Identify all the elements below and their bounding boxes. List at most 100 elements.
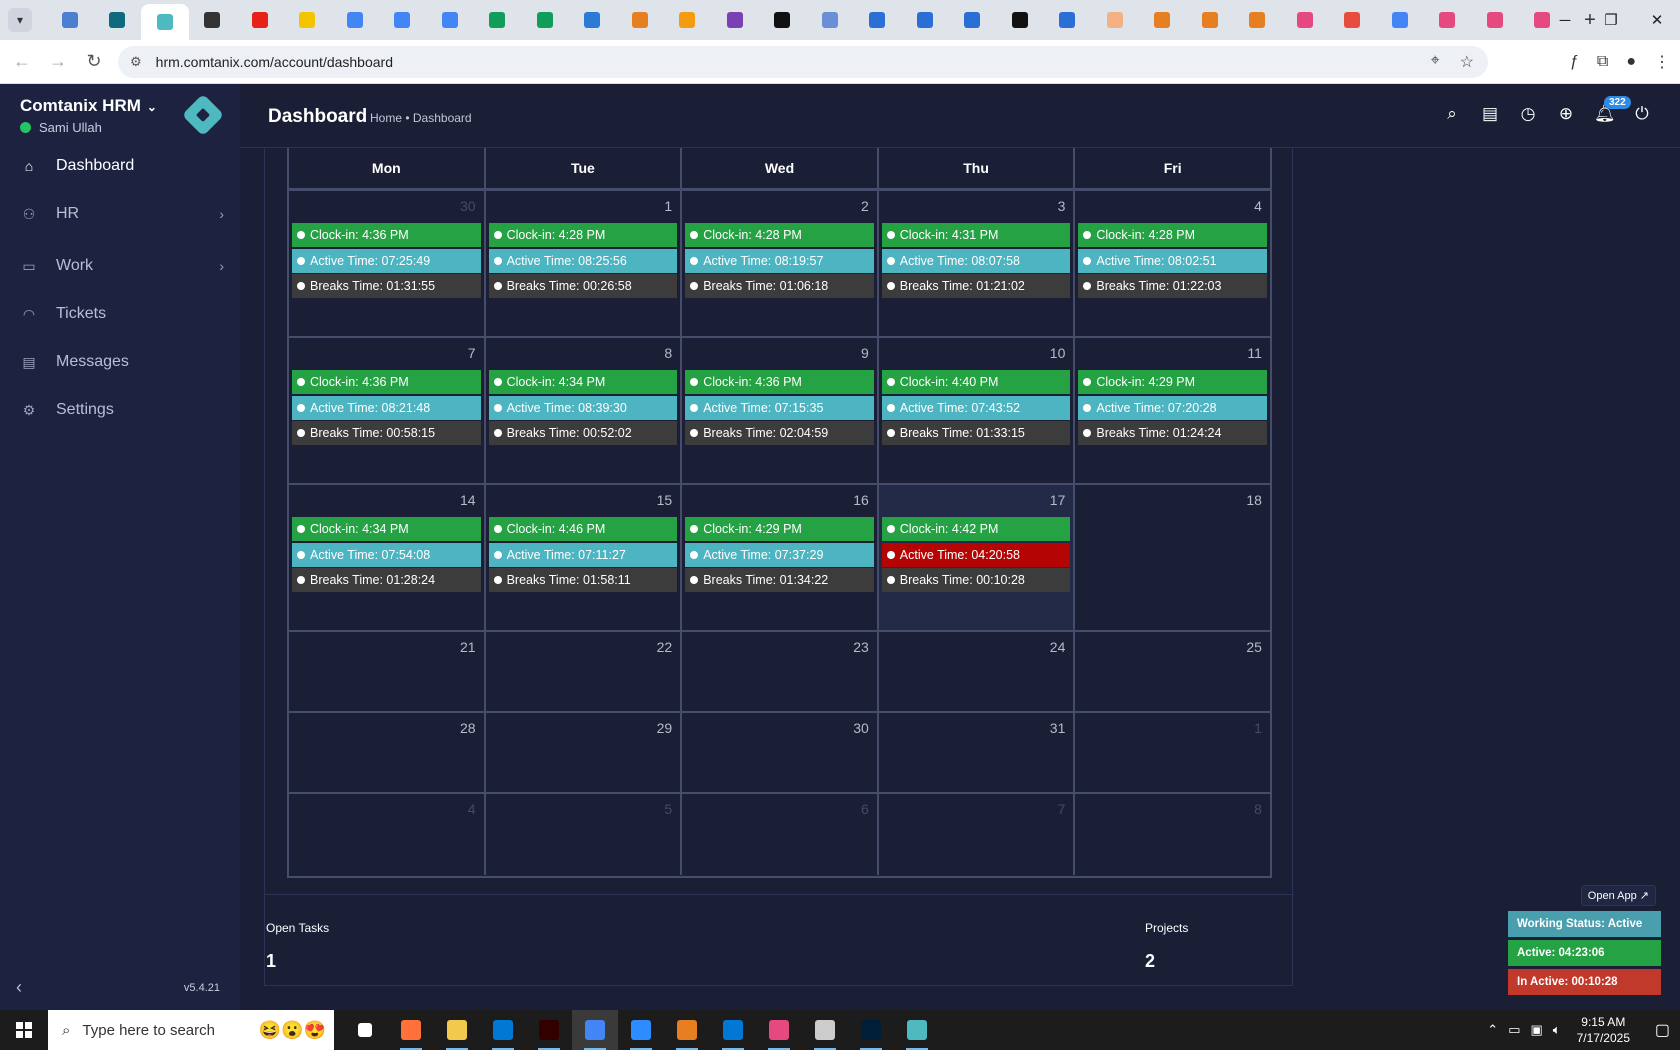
bookmark-star-icon[interactable]: ☆ (1460, 52, 1474, 72)
sidebar-item-work[interactable]: ▭ Work › (0, 242, 240, 290)
taskbar-app[interactable] (618, 1010, 664, 1050)
breaks-time-event[interactable]: Breaks Time: 02:04:59 (685, 421, 874, 445)
sidebar-item-messages[interactable]: ▤ Messages (0, 338, 240, 386)
calendar-day[interactable]: 15 Clock-in: 4:46 PM Active Time: 07:11:27… (486, 485, 683, 630)
calendar-day[interactable]: 22 (486, 632, 683, 711)
calendar-day[interactable]: 18 (1075, 485, 1270, 630)
browser-tab[interactable] (1281, 3, 1329, 37)
clock-in-event[interactable]: Clock-in: 4:28 PM (1078, 223, 1267, 247)
taskbar-app[interactable] (572, 1010, 618, 1050)
notification-center-icon[interactable]: ▢ (1655, 1020, 1670, 1040)
breaks-time-event[interactable]: Breaks Time: 01:24:24 (1078, 421, 1267, 445)
calendar-day[interactable]: 3 Clock-in: 4:31 PM Active Time: 08:07:58 B… (879, 191, 1076, 336)
browser-tab[interactable] (1186, 3, 1234, 37)
calendar-day[interactable]: 4 Clock-in: 4:28 PM Active Time: 08:02:51 B… (1075, 191, 1270, 336)
taskbar-app[interactable] (388, 1010, 434, 1050)
open-tasks-value[interactable]: 1 (266, 951, 276, 972)
taskbar-app[interactable] (894, 1010, 940, 1050)
location-icon[interactable]: ⌖ (1431, 52, 1440, 72)
calendar-day[interactable]: 11 Clock-in: 4:29 PM Active Time: 07:20:28… (1075, 338, 1270, 483)
breaks-time-event[interactable]: Breaks Time: 01:31:55 (292, 274, 481, 298)
browser-tab[interactable] (1376, 3, 1424, 37)
address-bar[interactable]: ⚙ hrm.comtanix.com/account/dashboard ⌖ ☆ (118, 46, 1488, 78)
sidebar-item-settings[interactable]: ⚙ Settings (0, 386, 240, 434)
calendar-day[interactable]: 10 Clock-in: 4:40 PM Active Time: 07:43:52… (879, 338, 1076, 483)
clock-in-event[interactable]: Clock-in: 4:29 PM (685, 517, 874, 541)
breaks-time-event[interactable]: Breaks Time: 00:52:02 (488, 421, 678, 445)
browser-tab[interactable] (806, 3, 854, 37)
browser-tab[interactable] (854, 3, 902, 37)
calendar-day[interactable]: 23 (682, 632, 879, 711)
breaks-time-event[interactable]: Breaks Time: 00:26:58 (488, 274, 678, 298)
taskbar-app[interactable] (848, 1010, 894, 1050)
brand-switcher[interactable]: Comtanix HRM ⌄ (20, 96, 157, 116)
calendar-day[interactable]: 25 (1075, 632, 1270, 711)
clock-in-event[interactable]: Clock-in: 4:36 PM (685, 370, 874, 394)
close-icon[interactable]: ✕ (1634, 0, 1680, 40)
search-icon[interactable]: ⌕ (1442, 104, 1462, 124)
clock-in-event[interactable]: Clock-in: 4:42 PM (881, 517, 1071, 541)
browser-tab[interactable] (284, 3, 332, 37)
active-time-event[interactable]: Active Time: 08:25:56 (488, 248, 678, 273)
active-time-event[interactable]: Active Time: 08:21:48 (292, 395, 481, 420)
calendar-day[interactable]: 4 (289, 794, 486, 875)
browser-tab[interactable] (189, 3, 237, 37)
calendar-day[interactable]: 1 (1075, 713, 1270, 792)
calendar-day[interactable]: 5 (486, 794, 683, 875)
browser-tab[interactable] (1139, 3, 1187, 37)
browser-tab[interactable] (616, 3, 664, 37)
app-logo[interactable] (181, 93, 225, 137)
active-time-event[interactable]: Active Time: 04:20:58 (881, 542, 1071, 567)
display-icon[interactable]: ▣ (1531, 1022, 1543, 1038)
clock-in-event[interactable]: Clock-in: 4:28 PM (685, 223, 874, 247)
calendar-day[interactable]: 8 Clock-in: 4:34 PM Active Time: 08:39:30 B… (486, 338, 683, 483)
clock-icon[interactable]: ◷ (1518, 104, 1538, 124)
minimize-icon[interactable]: ─ (1542, 0, 1588, 40)
active-time-event[interactable]: Active Time: 07:11:27 (488, 542, 678, 567)
breaks-time-event[interactable]: Breaks Time: 01:28:24 (292, 568, 481, 592)
taskbar-app[interactable] (434, 1010, 480, 1050)
collapse-sidebar-icon[interactable]: ‹ (16, 977, 22, 998)
browser-tab[interactable] (474, 3, 522, 37)
browser-tab[interactable] (1424, 3, 1472, 37)
calendar-day[interactable]: 24 (879, 632, 1076, 711)
volume-icon[interactable]: 🔈︎ (1553, 1022, 1561, 1038)
calendar-day[interactable]: 1 Clock-in: 4:28 PM Active Time: 08:25:56 B… (486, 191, 683, 336)
back-icon[interactable]: ← (4, 51, 40, 72)
browser-tab[interactable] (759, 3, 807, 37)
clock-in-event[interactable]: Clock-in: 4:36 PM (292, 370, 481, 394)
taskbar-app[interactable] (664, 1010, 710, 1050)
reload-icon[interactable]: ↻ (76, 51, 112, 72)
profile-avatar-icon[interactable]: ● (1626, 53, 1636, 71)
notes-icon[interactable]: ▤ (1480, 104, 1500, 124)
search-highlight-icon[interactable]: 😆😮😍 (259, 1020, 326, 1041)
extension-f-icon[interactable]: ƒ (1570, 53, 1579, 71)
browser-tab[interactable] (141, 4, 189, 40)
browser-tab[interactable] (46, 3, 94, 37)
calendar-day[interactable]: 28 (289, 713, 486, 792)
browser-tab[interactable] (1044, 3, 1092, 37)
calendar-day[interactable]: 30 (682, 713, 879, 792)
calendar-day[interactable]: 14 Clock-in: 4:34 PM Active Time: 07:54:08… (289, 485, 486, 630)
active-time-event[interactable]: Active Time: 08:07:58 (881, 248, 1071, 273)
calendar-day[interactable]: 30 Clock-in: 4:36 PM Active Time: 07:25:49… (289, 191, 486, 336)
breaks-time-event[interactable]: Breaks Time: 01:34:22 (685, 568, 874, 592)
taskbar-app[interactable] (526, 1010, 572, 1050)
browser-tab[interactable] (1329, 3, 1377, 37)
breaks-time-event[interactable]: Breaks Time: 01:33:15 (881, 421, 1071, 445)
tab-search-button[interactable]: ▾ (8, 8, 32, 32)
start-button[interactable] (0, 1010, 48, 1050)
calendar-day-today[interactable]: 17 Clock-in: 4:42 PM Active Time: 04:20:58… (878, 485, 1076, 630)
sidebar-item-hr[interactable]: ⚇ HR › (0, 190, 240, 238)
calendar-day[interactable]: 7 (879, 794, 1076, 875)
active-time-event[interactable]: Active Time: 07:54:08 (292, 542, 481, 567)
url-text[interactable]: hrm.comtanix.com/account/dashboard (156, 54, 393, 70)
breaks-time-event[interactable]: Breaks Time: 01:22:03 (1078, 274, 1267, 298)
tray-overflow-icon[interactable]: ⌃ (1487, 1022, 1498, 1038)
clock-in-event[interactable]: Clock-in: 4:28 PM (488, 223, 678, 247)
clock-in-event[interactable]: Clock-in: 4:34 PM (292, 517, 481, 541)
open-app-button[interactable]: Open App ↗ (1580, 885, 1656, 906)
active-time-event[interactable]: Active Time: 07:43:52 (881, 395, 1071, 420)
taskbar-search[interactable]: ⌕ Type here to search 😆😮😍 (48, 1010, 334, 1050)
browser-tab[interactable] (664, 3, 712, 37)
